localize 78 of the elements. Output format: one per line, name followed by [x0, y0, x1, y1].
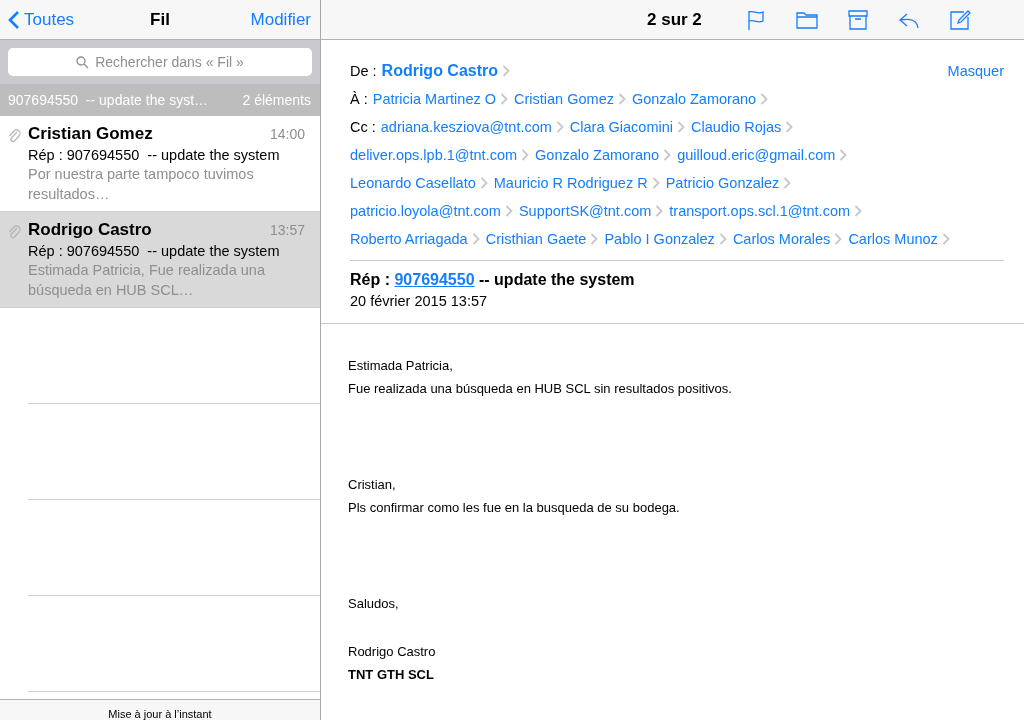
chevron-icon: [590, 233, 599, 245]
nav-title: Fil: [150, 9, 170, 30]
email-subject: Rép : 907694550 -- update the system: [349, 270, 636, 289]
chevron-icon: [555, 121, 564, 133]
search-icon: [76, 55, 90, 69]
message-time: 13:57: [269, 222, 305, 238]
recipient-link[interactable]: Pablo I Gonzalez: [604, 231, 715, 247]
sender-link[interactable]: Rodrigo Castro: [381, 62, 499, 80]
body-text: Estimada Patricia,: [348, 357, 454, 375]
recipient-link[interactable]: patricio.loyola@tnt.com: [350, 203, 501, 219]
chevron-icon: [651, 177, 660, 189]
recipient-link[interactable]: Claudio Rojas: [691, 119, 782, 135]
recipient-link[interactable]: SupportSK@tnt.com: [518, 203, 652, 219]
chevron-icon: [854, 205, 863, 217]
message-subject: Rép : 907694550 -- update the system: [28, 243, 281, 259]
recipient-link[interactable]: transport.ops.scl.1@tnt.com: [669, 203, 851, 219]
thread-count: 2 éléments: [242, 92, 311, 108]
recipient-link[interactable]: guilloud.eric@gmail.com: [677, 147, 836, 163]
recipient-link[interactable]: adriana.kesziova@tnt.com: [380, 119, 552, 135]
chevron-icon: [834, 233, 843, 245]
body-text: Fue realizada una búsqueda en HUB SCL sin resultados positivos.: [348, 380, 733, 398]
update-status: Mise à jour à l’instant: [108, 708, 212, 720]
body-text: Cristian,: [348, 476, 397, 494]
sender-name: Rodrigo Castro: [28, 220, 152, 240]
message-preview: Estimada Patricia, Fue realizada una búsqueda en HUB SCL…: [28, 261, 266, 300]
chevron-icon: [617, 93, 626, 105]
cc-label: Cc :: [350, 119, 376, 135]
recipient-link[interactable]: Cristhian Gaete: [485, 231, 587, 247]
chevron-icon: [504, 205, 513, 217]
email-date: 20 février 2015 13:57: [349, 292, 489, 311]
body-text: TNT GTH SCL: [348, 666, 435, 684]
from-label: De :: [350, 63, 377, 79]
chevron-icon: [663, 149, 672, 161]
recipient-link[interactable]: Carlos Morales: [732, 231, 831, 247]
recipient-link[interactable]: Cristian Gomez: [514, 91, 614, 107]
chevron-icon: [760, 93, 769, 105]
recipient-link[interactable]: Clara Giacomini: [569, 119, 673, 135]
chevron-icon: [471, 233, 480, 245]
chevron-icon: [785, 121, 794, 133]
search-field[interactable]: Rechercher dans « Fil »: [8, 48, 312, 76]
recipient-link[interactable]: Carlos Munoz: [848, 231, 938, 247]
compose-icon[interactable]: [949, 8, 971, 31]
hide-link[interactable]: Masquer: [947, 63, 1004, 79]
back-chevron-icon: [8, 9, 20, 30]
chevron-icon: [718, 233, 727, 245]
body-text: Pls confirmar como les fue en la busqueda de su bodega.: [348, 499, 681, 517]
recipient-link[interactable]: Patricia Martinez O: [372, 91, 497, 107]
recipient-link[interactable]: deliver.ops.lpb.1@tnt.com: [350, 147, 518, 163]
message-position: 2 sur 2: [647, 9, 703, 30]
chevron-icon: [839, 149, 848, 161]
recipient-link[interactable]: Roberto Arriagada: [350, 231, 468, 247]
body-text: Saludos,: [348, 595, 400, 613]
thread-subject: 907694550 -- update the syst…: [8, 92, 209, 108]
ticket-link[interactable]: 907694550: [394, 271, 475, 288]
chevron-icon: [502, 65, 511, 77]
message-preview: Por nuestra parte tampoco tuvimos resultados…: [28, 165, 255, 204]
chevron-icon: [479, 177, 488, 189]
archive-box-icon[interactable]: [847, 8, 869, 31]
recipient-link[interactable]: Gonzalo Zamorano: [535, 147, 660, 163]
back-link[interactable]: Toutes: [8, 9, 75, 30]
chevron-icon: [677, 121, 685, 133]
recipient-link[interactable]: Mauricio R Rodriguez R: [493, 175, 648, 191]
chevron-icon: [655, 205, 664, 217]
message-row[interactable]: Rodrigo Castro 13:57 Rép : 907694550 -- update the system Estimada Patricia, Fue realizada una búsqueda en HUB SCL…: [0, 212, 320, 308]
chevron-icon: [941, 233, 950, 245]
message-time: 14:00: [269, 126, 305, 142]
recipient-link[interactable]: Leonardo Casellato: [350, 175, 476, 191]
to-label: À :: [350, 91, 368, 107]
recipient-link[interactable]: Gonzalo Zamorano: [631, 91, 757, 107]
sender-name: Cristian Gomez: [28, 124, 153, 144]
chevron-icon: [521, 149, 530, 161]
recipient-link[interactable]: Patricio Gonzalez: [665, 175, 780, 191]
chevron-icon: [500, 93, 509, 105]
chevron-icon: [783, 177, 792, 189]
edit-link[interactable]: Modifier: [250, 9, 311, 30]
message-subject: Rép : 907694550 -- update the system: [28, 147, 281, 163]
body-text: Rodrigo Castro: [348, 643, 437, 661]
flag-icon[interactable]: [745, 8, 767, 31]
